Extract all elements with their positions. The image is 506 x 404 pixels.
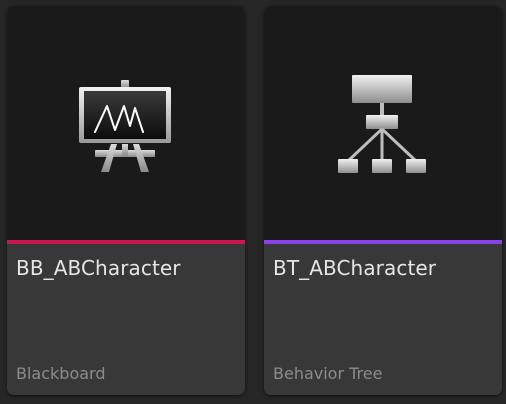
asset-type-label: Blackboard	[16, 364, 106, 383]
asset-thumbnail	[264, 6, 502, 240]
asset-type-label: Behavior Tree	[273, 364, 383, 383]
asset-tile-bt-abcharacter[interactable]: BT_ABCharacter Behavior Tree	[264, 6, 502, 395]
asset-name: BB_ABCharacter	[16, 256, 181, 280]
behavior-tree-hierarchy-icon	[338, 75, 426, 173]
asset-tile-bb-abcharacter[interactable]: BB_ABCharacter Blackboard	[7, 6, 245, 395]
asset-info-panel: BT_ABCharacter Behavior Tree	[264, 244, 502, 395]
asset-info-panel: BB_ABCharacter Blackboard	[7, 244, 245, 395]
blackboard-easel-icon	[79, 80, 171, 172]
asset-name: BT_ABCharacter	[273, 256, 437, 280]
asset-thumbnail	[7, 6, 245, 240]
asset-grid: BB_ABCharacter Blackboard BT_ABCharacter…	[0, 0, 506, 404]
